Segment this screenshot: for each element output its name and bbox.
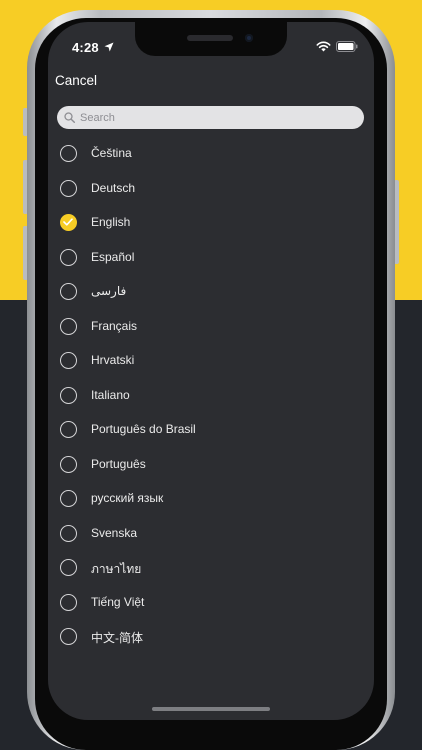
language-item[interactable]: Deutsch xyxy=(48,172,374,207)
radio-unselected[interactable] xyxy=(60,593,77,611)
radio-unselected[interactable] xyxy=(60,559,77,576)
language-item[interactable]: 中文-简体 xyxy=(48,620,374,655)
language-label: Español xyxy=(91,249,135,264)
radio-unselected[interactable] xyxy=(60,317,77,335)
language-label: ภาษาไทย xyxy=(91,562,142,576)
language-label: Français xyxy=(91,318,138,333)
radio-selected[interactable] xyxy=(60,214,77,231)
radio-unselected[interactable] xyxy=(60,352,77,369)
checkmark-icon xyxy=(63,218,73,226)
search-icon xyxy=(64,112,75,123)
radio-unselected[interactable] xyxy=(60,455,77,473)
language-item[interactable]: Português do Brasil xyxy=(48,413,374,448)
language-label: English xyxy=(91,215,131,229)
radio-unselected[interactable] xyxy=(60,145,77,162)
location-arrow-icon xyxy=(104,42,114,52)
language-item[interactable]: Hrvatski xyxy=(48,344,374,379)
radio-unselected[interactable] xyxy=(60,386,77,404)
radio-unselected[interactable] xyxy=(60,179,77,197)
radio-unselected[interactable] xyxy=(60,248,77,266)
language-label: Português xyxy=(91,456,146,471)
phone-screen: 4:28 Cancel Čeština Deutsch English Español… xyxy=(48,22,374,720)
search-input[interactable] xyxy=(80,106,358,129)
language-item[interactable]: ภาษาไทย xyxy=(48,551,374,586)
language-label: فارسی xyxy=(91,284,127,298)
language-label: 中文-简体 xyxy=(91,631,143,645)
language-item[interactable]: Português xyxy=(48,448,374,483)
language-item[interactable]: Tiếng Việt xyxy=(48,586,374,621)
radio-unselected[interactable] xyxy=(60,490,77,507)
notch xyxy=(135,22,287,56)
language-item[interactable]: русский язык xyxy=(48,482,374,517)
home-indicator xyxy=(152,707,270,711)
language-label: русский язык xyxy=(91,491,164,505)
front-camera xyxy=(245,34,253,42)
language-item[interactable]: Svenska xyxy=(48,517,374,552)
language-list: Čeština Deutsch English Español فارسی Françai… xyxy=(48,137,374,655)
language-item[interactable]: English xyxy=(48,206,374,241)
search-bar[interactable] xyxy=(57,106,364,129)
language-item[interactable]: Español xyxy=(48,241,374,276)
status-time: 4:28 xyxy=(72,40,99,55)
speaker-grille xyxy=(187,35,233,41)
language-item[interactable]: Čeština xyxy=(48,137,374,172)
language-item[interactable]: Italiano xyxy=(48,379,374,414)
language-label: Hrvatski xyxy=(91,353,135,367)
language-label: Čeština xyxy=(91,146,132,160)
radio-unselected[interactable] xyxy=(60,524,77,542)
cancel-button[interactable]: Cancel xyxy=(55,73,97,88)
language-label: Deutsch xyxy=(91,180,136,195)
language-item[interactable]: فارسی xyxy=(48,275,374,310)
battery-icon xyxy=(336,41,358,52)
language-label: Svenska xyxy=(91,525,138,540)
language-label: Tiếng Việt xyxy=(91,594,145,609)
radio-unselected[interactable] xyxy=(60,283,77,300)
language-item[interactable]: Français xyxy=(48,310,374,345)
radio-unselected[interactable] xyxy=(60,421,77,438)
wifi-icon xyxy=(316,41,331,52)
language-label: Português do Brasil xyxy=(91,422,196,436)
radio-unselected[interactable] xyxy=(60,628,77,645)
language-label: Italiano xyxy=(91,387,130,402)
